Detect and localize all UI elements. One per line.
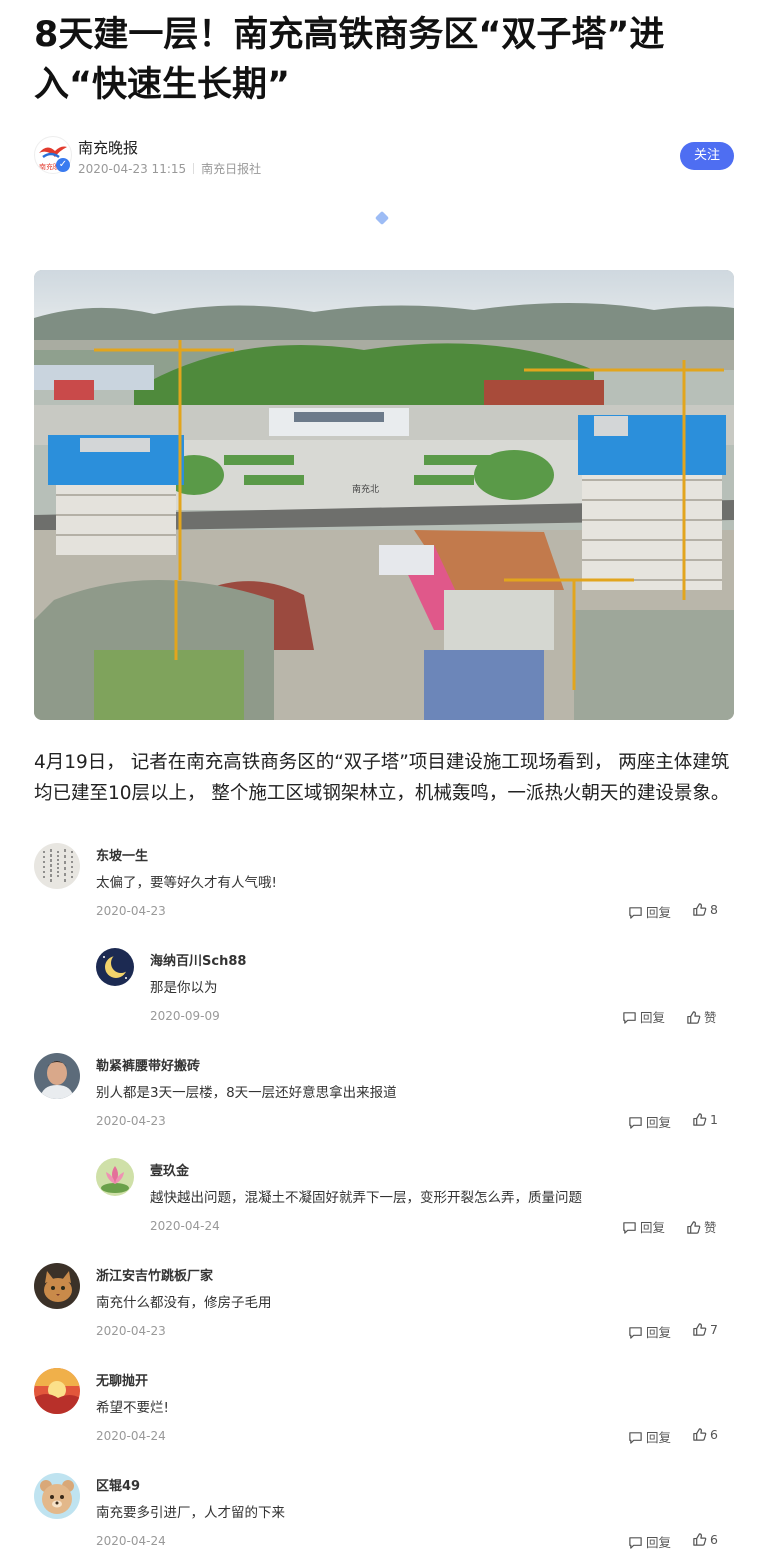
comment-text: 那是你以为 xyxy=(150,980,218,996)
reply-icon xyxy=(629,1117,642,1129)
reply-label: 回复 xyxy=(640,1010,666,1025)
commenter-name[interactable]: 区辊49 xyxy=(96,1475,140,1494)
follow-button[interactable]: 关注 xyxy=(680,142,734,170)
reply-label: 回复 xyxy=(646,1115,672,1130)
reply-button[interactable]: 回复 xyxy=(628,1322,671,1341)
like-button[interactable]: 7 xyxy=(692,1322,718,1337)
reply-button[interactable]: 回复 xyxy=(628,1112,671,1131)
bear-avatar-icon xyxy=(34,1473,80,1519)
article-photo[interactable]: 南充北 xyxy=(34,270,734,720)
reply-icon xyxy=(629,1327,642,1339)
author-bar: 南充晚报 ✓ 南充晚报 2020-04-23 11:15 南充日报社 xyxy=(34,136,734,182)
reply-button[interactable]: 回复 xyxy=(622,1217,665,1236)
reply-icon xyxy=(629,1537,642,1549)
sunset-avatar-icon xyxy=(34,1368,80,1414)
article-title: 8天建一层！南充高铁商务区“双子塔”进入“快速生长期” xyxy=(34,15,665,105)
like-button[interactable]: 赞 xyxy=(686,1007,717,1026)
verified-icon: ✓ xyxy=(56,158,70,172)
meta-divider xyxy=(193,163,195,174)
commenter-name[interactable]: 壹玖金 xyxy=(150,1160,189,1179)
cat-avatar-icon xyxy=(34,1263,80,1309)
moon-avatar-icon xyxy=(96,948,134,986)
thumbs-up-icon xyxy=(693,1428,707,1441)
like-count: 6 xyxy=(710,1532,718,1547)
person-avatar-icon xyxy=(34,1053,80,1099)
comment-date: 2020-04-23 xyxy=(96,1324,166,1338)
photo-sign-text: 南充北 xyxy=(352,483,379,495)
comment-text: 南充什么都没有，修房子毛用 xyxy=(96,1295,272,1311)
comment-date: 2020-04-24 xyxy=(150,1219,220,1233)
reply-label: 回复 xyxy=(640,1220,666,1235)
thumbs-up-icon xyxy=(687,1221,701,1234)
like-count: 7 xyxy=(710,1322,718,1337)
like-count: 8 xyxy=(710,902,718,917)
comment-date: 2020-04-23 xyxy=(96,1114,166,1128)
commenter-name[interactable]: 东坡一生 xyxy=(96,845,148,864)
like-button[interactable]: 赞 xyxy=(686,1217,717,1236)
comment-text: 别人都是3天一层楼，8天一层还好意思拿出来报道 xyxy=(96,1085,397,1101)
like-button[interactable]: 6 xyxy=(692,1532,718,1547)
calligraphy-avatar-icon xyxy=(34,843,80,889)
comment-text: 南充要多引进厂，人才留的下来 xyxy=(96,1505,285,1521)
like-count: 赞 xyxy=(704,1010,717,1025)
like-count: 赞 xyxy=(704,1220,717,1235)
thumbs-up-icon xyxy=(693,903,707,916)
commenter-avatar[interactable] xyxy=(34,1368,80,1414)
comment-text: 越快越出问题，混凝土不凝固好就弄下一层，变形开裂怎么弄，质量问题 xyxy=(150,1190,582,1206)
like-count: 1 xyxy=(710,1112,718,1127)
thumbs-up-icon xyxy=(693,1113,707,1126)
reply-icon xyxy=(629,1432,642,1444)
reply-button[interactable]: 回复 xyxy=(622,1007,665,1026)
construction-site-photo: 南充北 xyxy=(34,270,734,720)
comment-date: 2020-04-23 xyxy=(96,904,166,918)
reply-button[interactable]: 回复 xyxy=(628,1532,671,1551)
commenter-avatar[interactable] xyxy=(96,1158,134,1196)
reply-icon xyxy=(629,907,642,919)
reply-button[interactable]: 回复 xyxy=(628,1427,671,1446)
article-body: 4月19日， 记者在南充高铁商务区的“双子塔”项目建设施工现场看到， 两座主体建… xyxy=(34,752,730,804)
lotus-avatar-icon xyxy=(96,1158,134,1196)
commenter-avatar[interactable] xyxy=(34,1263,80,1309)
reply-label: 回复 xyxy=(646,1430,672,1445)
like-button[interactable]: 8 xyxy=(692,902,718,917)
article-page: 8天建一层！南充高铁商务区“双子塔”进入“快速生长期” 南充晚报 ✓ 南充晚报 … xyxy=(0,0,760,1564)
reply-button[interactable]: 回复 xyxy=(628,902,671,921)
thumbs-up-icon xyxy=(687,1011,701,1024)
thumbs-up-icon xyxy=(693,1533,707,1546)
author-meta: 2020-04-23 11:15 南充日报社 xyxy=(78,160,261,177)
reply-label: 回复 xyxy=(646,905,672,920)
comment-date: 2020-04-24 xyxy=(96,1534,166,1548)
commenter-name[interactable]: 勒紧裤腰带好搬砖 xyxy=(96,1055,200,1074)
reply-icon xyxy=(623,1012,636,1024)
reply-label: 回复 xyxy=(646,1325,672,1340)
comment-text: 太偏了，要等好久才有人气哦! xyxy=(96,875,277,891)
comment-date: 2020-09-09 xyxy=(150,1009,220,1023)
commenter-avatar[interactable] xyxy=(96,948,134,986)
reply-icon xyxy=(623,1222,636,1234)
commenter-name[interactable]: 无聊抛开 xyxy=(96,1370,148,1389)
reply-label: 回复 xyxy=(646,1535,672,1550)
commenter-avatar[interactable] xyxy=(34,843,80,889)
commenter-name[interactable]: 海纳百川Sch88 xyxy=(150,950,246,969)
comment-date: 2020-04-24 xyxy=(96,1429,166,1443)
thumbs-up-icon xyxy=(693,1323,707,1336)
publish-source: 南充日报社 xyxy=(201,162,262,176)
publish-date: 2020-04-23 11:15 xyxy=(78,162,187,176)
author-name[interactable]: 南充晚报 xyxy=(78,137,138,158)
like-button[interactable]: 6 xyxy=(692,1427,718,1442)
like-count: 6 xyxy=(710,1427,718,1442)
like-button[interactable]: 1 xyxy=(692,1112,718,1127)
commenter-avatar[interactable] xyxy=(34,1053,80,1099)
comment-text: 希望不要烂! xyxy=(96,1400,169,1416)
commenter-name[interactable]: 浙江安吉竹跳板厂家 xyxy=(96,1265,213,1284)
commenter-avatar[interactable] xyxy=(34,1473,80,1519)
diamond-divider-icon xyxy=(374,210,390,226)
